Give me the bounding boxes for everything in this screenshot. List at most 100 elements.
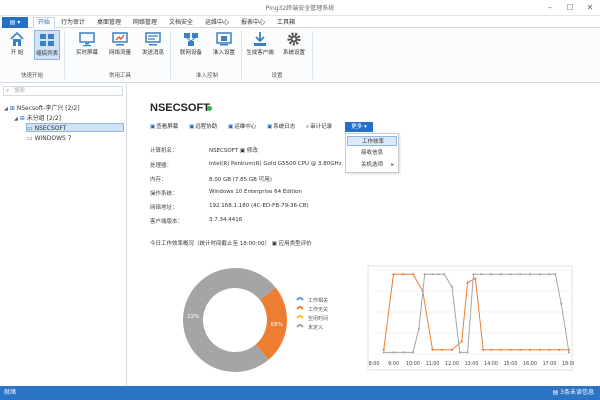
access-settings-button[interactable]: 准入设置 [211,30,237,60]
info-value-computer-name: NSECSOFT ▣ 修改 [209,148,258,154]
audit-records-button[interactable]: ⌕审计记录 [306,123,332,132]
info-label-os: 操作系统： [150,191,178,197]
tree-node-label: 未分组 [2/2] [26,115,61,122]
app-menu-button[interactable]: ▤ ▾ [2,17,28,28]
networked-devices-button[interactable]: 联网设备 [178,30,204,60]
view-screen-button[interactable]: ▣查看屏幕 [150,123,178,132]
data-point [466,351,469,354]
x-tick-label: 10:00 [406,361,420,367]
group-separator [312,31,313,79]
generate-client-button[interactable]: 生成客户端 [246,30,274,60]
data-point [519,273,522,276]
group-icon: ⊞ [9,105,15,112]
close-icon[interactable]: ✕ [582,0,598,16]
data-point [538,348,541,351]
data-point [480,273,483,276]
data-point [411,273,415,276]
legend-swatch [296,324,304,328]
data-point [450,285,454,288]
submenu-arrow-icon: ▸ [391,162,394,168]
x-tick-label: 15:00 [504,361,518,367]
remote-icon: ▣ [189,124,195,130]
data-point [509,348,512,351]
data-point [423,273,426,276]
tree-node-windows7[interactable]: ▭ WINDOWS 7 [27,134,72,143]
data-point [458,351,461,354]
live-screen-button[interactable]: 实时屏幕 [74,30,100,60]
menu-item-receive-info[interactable]: 接收信息 [347,148,397,158]
access-control-icon [216,32,232,46]
network-traffic-icon [112,32,128,46]
monitor-icon: ▣ [150,124,156,130]
system-settings-button[interactable]: 系统设置 [281,30,307,60]
donut-slice-1 [183,268,276,372]
monitor-icon [79,32,95,47]
network-traffic-button[interactable]: 网络流量 [107,30,133,60]
devices-icon [184,33,198,46]
menu-item-shutdown-options[interactable]: 关机选项 ▸ [347,160,397,170]
tree-node-root[interactable]: ◢ ⊞ NSecsoft-李广兴 [2/2] [4,104,80,113]
status-text: 就绪 [4,389,17,396]
data-point [499,348,502,351]
minimize-icon[interactable]: – [542,0,558,16]
data-point [466,281,469,284]
tab-network-management[interactable]: 网络管理 [130,18,160,28]
search-placeholder: 搜索 [14,88,26,94]
tree-node-label: NSECSOFT [34,125,67,132]
legend-swatch [296,315,304,319]
info-value-client-version: 3.7.34.4416 [209,217,243,223]
donut-slice-label: 22% [187,314,199,320]
group-label-settings: 设置 [271,73,283,79]
efficiency-donut-chart: 68% 22% 工作相关工作无关空闲时间未定义 [183,268,328,372]
data-point [382,351,385,354]
data-point [443,273,446,276]
ribbon: 开 始 缩搞列表 实时屏幕 网络流量 发送消息 联网设备 准入设置 生成客户端 … [0,28,600,83]
data-point [417,327,420,330]
info-label-computer-name: 计算机名： [150,148,178,154]
device-tree-panel: ⌕ 搜索 ◢ ⊞ NSecsoft-李广兴 [2/2] ◢ ⊞ 未分组 [2/2… [0,84,127,386]
data-point [509,273,512,276]
data-point [489,348,493,351]
search-input[interactable]: ⌕ 搜索 [3,86,123,96]
data-point [554,273,557,276]
data-point [441,348,444,351]
tab-ops-center[interactable]: 运维中心 [202,18,232,28]
start-button[interactable]: 开 始 [4,30,30,60]
group-separator [170,31,171,79]
thumbnail-list-button[interactable]: 缩搞列表 [34,30,60,60]
message-icon [145,32,161,46]
tree-node-ungrouped[interactable]: ◢ ⊞ 未分组 [2/2] [14,114,61,123]
computer-icon: ▭ [27,125,33,132]
grid-view-icon [40,34,54,46]
data-point [499,273,502,276]
collapse-icon[interactable]: ◢ [4,106,8,112]
info-label-client-version: 客户端版本： [150,219,184,225]
x-tick-label: 9:00 [388,361,399,367]
unread-messages-link[interactable]: ▤ 3条未读信息 [553,386,594,400]
info-label-network: 网络地址： [150,205,178,211]
data-point [437,273,440,276]
data-point [528,348,532,351]
maximize-icon[interactable]: ☐ [562,0,578,16]
legend-entry: 空闲时间 [308,315,328,322]
tab-toolbox[interactable]: 工具箱 [274,18,298,28]
tab-report-center[interactable]: 报表中心 [238,18,268,28]
collapse-icon[interactable]: ◢ [14,116,18,122]
efficiency-line-chart: 8:00 9:00 10:00 11:00 12:00 13:00 14:00 15:00 16… [367,265,574,371]
tree-node-nsecsoft[interactable]: ▭ NSECSOFT [26,123,124,132]
legend-swatch [296,306,304,310]
system-log-button[interactable]: ▣系统日志 [267,123,295,132]
remote-assist-button[interactable]: ▣远程协助 [189,123,217,132]
tab-desktop-management[interactable]: 桌面管理 [94,18,124,28]
tab-behavior-audit[interactable]: 行为审计 [58,18,88,28]
tab-document-security[interactable]: 文档安全 [166,18,196,28]
menu-item-work-efficiency[interactable]: 工作效率 [347,136,397,146]
more-button[interactable]: 更多 ▾ [345,122,373,132]
online-status-icon [207,106,212,111]
computer-icon: ▭ [27,135,33,142]
gear-icon [287,32,301,46]
ops-center-button[interactable]: ▣运维中心 [228,123,256,132]
data-point [450,348,454,351]
x-tick-label: 16:00 [523,361,537,367]
send-message-button[interactable]: 发送消息 [140,30,166,60]
